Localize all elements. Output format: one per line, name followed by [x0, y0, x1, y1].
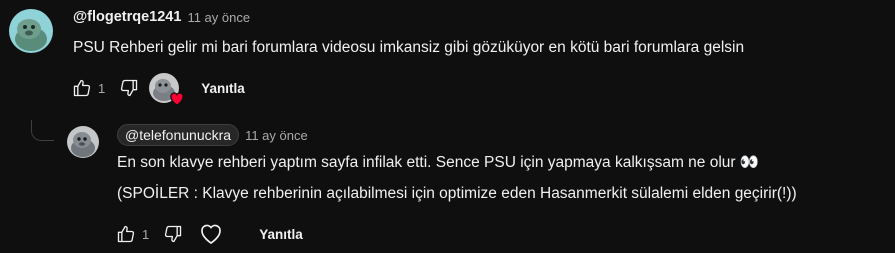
heart-icon	[170, 92, 184, 106]
reply-like-button[interactable]	[112, 220, 140, 248]
reply-text-line-1: En son klavye rehberi yaptım sayfa infil…	[117, 154, 760, 171]
comment-time[interactable]: 11 ay önce	[187, 10, 250, 25]
comment-author[interactable]: @flogetrqe1241	[73, 9, 181, 25]
reply-author-chip[interactable]: @telefonunuckra	[117, 124, 240, 146]
comment-actions: 1 Yanıtla	[68, 72, 259, 106]
reply-button[interactable]: Yanıtla	[187, 75, 259, 102]
like-count: 1	[98, 80, 106, 96]
reply-like-count: 1	[142, 226, 150, 242]
creator-avatar-icon	[67, 126, 99, 158]
reply-text-line-2: (SPOİLER : Klavye rehberinin açılabilmes…	[117, 185, 797, 202]
reply-dislike-button[interactable]	[159, 220, 187, 248]
comment-avatar[interactable]	[9, 9, 53, 53]
reply-avatar[interactable]	[67, 126, 99, 158]
seal-avatar-icon	[9, 9, 53, 53]
thumbs-down-icon	[121, 79, 138, 97]
thread-connector	[31, 120, 54, 141]
like-button[interactable]	[68, 74, 96, 102]
heart-outline-icon	[201, 224, 222, 245]
comment-thread: @flogetrqe1241 11 ay önce PSU Rehberi ge…	[0, 0, 895, 253]
creator-heart-badge	[149, 73, 184, 106]
thumbs-up-icon	[117, 225, 135, 243]
comment-text: PSU Rehberi gelir mi bari forumlara vide…	[73, 39, 745, 56]
reply-reply-button[interactable]: Yanıtla	[245, 221, 317, 248]
reply-actions: 1 Yanıtla	[112, 218, 317, 250]
reply-header: @telefonunuckra 11 ay önce	[117, 124, 308, 146]
thumbs-down-icon	[165, 225, 182, 243]
heart-button[interactable]	[195, 218, 227, 250]
comment-header: @flogetrqe1241 11 ay önce	[73, 9, 250, 25]
reply-time[interactable]: 11 ay önce	[245, 128, 308, 143]
thumbs-up-icon	[73, 79, 91, 97]
dislike-button[interactable]	[115, 74, 143, 102]
